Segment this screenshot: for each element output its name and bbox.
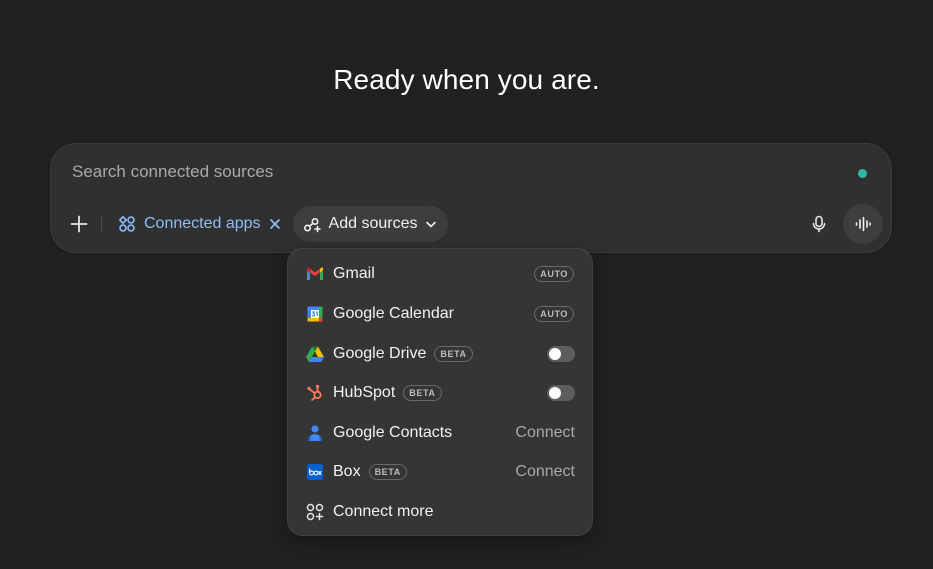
google-calendar-icon xyxy=(306,305,324,323)
menu-item-name: Google Drive xyxy=(333,345,427,362)
menu-item-name: Box xyxy=(333,463,361,480)
toggle-knob xyxy=(549,387,561,399)
google-drive-toggle[interactable] xyxy=(547,346,575,362)
toolbar-divider xyxy=(101,216,102,232)
menu-item-box[interactable]: Box BETA Connect xyxy=(288,453,592,491)
connect-button[interactable]: Connect xyxy=(515,463,575,481)
dictate-button[interactable] xyxy=(803,208,835,240)
apps-icon xyxy=(118,215,135,232)
google-drive-icon xyxy=(306,345,324,363)
menu-item-label: Google Drive BETA xyxy=(333,345,473,363)
menu-item-google-contacts[interactable]: Google Contacts Connect xyxy=(288,414,592,452)
auto-badge: AUTO xyxy=(534,306,574,322)
hubspot-icon xyxy=(306,384,324,402)
hubspot-toggle[interactable] xyxy=(547,385,575,401)
menu-item-label: Google Calendar xyxy=(333,305,454,322)
menu-item-label: Gmail xyxy=(333,265,375,282)
composer-toolbar: Connected apps Add sources xyxy=(63,204,449,244)
beta-badge: BETA xyxy=(403,385,442,401)
menu-item-gmail[interactable]: Gmail AUTO xyxy=(288,255,592,293)
connect-button[interactable]: Connect xyxy=(515,424,575,442)
voice-mode-button[interactable] xyxy=(843,204,883,244)
beta-badge: BETA xyxy=(434,346,473,362)
search-input[interactable] xyxy=(72,158,812,186)
google-contacts-icon xyxy=(306,424,324,442)
composer: Connected apps Add sources xyxy=(50,143,892,253)
menu-item-label: Box BETA xyxy=(333,463,407,481)
toggle-knob xyxy=(549,348,561,360)
gmail-icon xyxy=(306,265,324,283)
menu-item-google-calendar[interactable]: Google Calendar AUTO xyxy=(288,295,592,333)
add-sources-label: Add sources xyxy=(328,215,418,232)
sources-menu: Gmail AUTO Google Calendar AUTO Google D… xyxy=(287,248,593,536)
menu-item-label: HubSpot BETA xyxy=(333,384,442,402)
connected-apps-pill[interactable]: Connected apps xyxy=(112,208,287,240)
status-dot xyxy=(858,169,867,178)
remove-connected-apps-button[interactable] xyxy=(269,218,281,230)
menu-item-connect-more[interactable]: Connect more xyxy=(288,493,592,531)
menu-item-google-drive[interactable]: Google Drive BETA xyxy=(288,335,592,373)
menu-item-hubspot[interactable]: HubSpot BETA xyxy=(288,374,592,412)
add-attachment-button[interactable] xyxy=(63,208,95,240)
auto-badge: AUTO xyxy=(534,266,574,282)
box-icon xyxy=(306,463,324,481)
connect-more-icon xyxy=(306,503,324,521)
beta-badge: BETA xyxy=(368,464,407,480)
menu-item-name: HubSpot xyxy=(333,384,396,401)
chevron-down-icon xyxy=(425,218,437,230)
close-icon xyxy=(269,219,280,229)
menu-item-label: Connect more xyxy=(333,503,434,520)
microphone-icon xyxy=(812,215,826,233)
page-title: Ready when you are. xyxy=(333,64,600,95)
add-sources-icon xyxy=(303,217,321,233)
voice-waveform-icon xyxy=(855,216,871,232)
menu-item-label: Google Contacts xyxy=(333,424,453,441)
add-sources-button[interactable]: Add sources xyxy=(292,206,449,242)
connected-apps-label: Connected apps xyxy=(144,215,261,232)
plus-icon xyxy=(70,215,88,233)
